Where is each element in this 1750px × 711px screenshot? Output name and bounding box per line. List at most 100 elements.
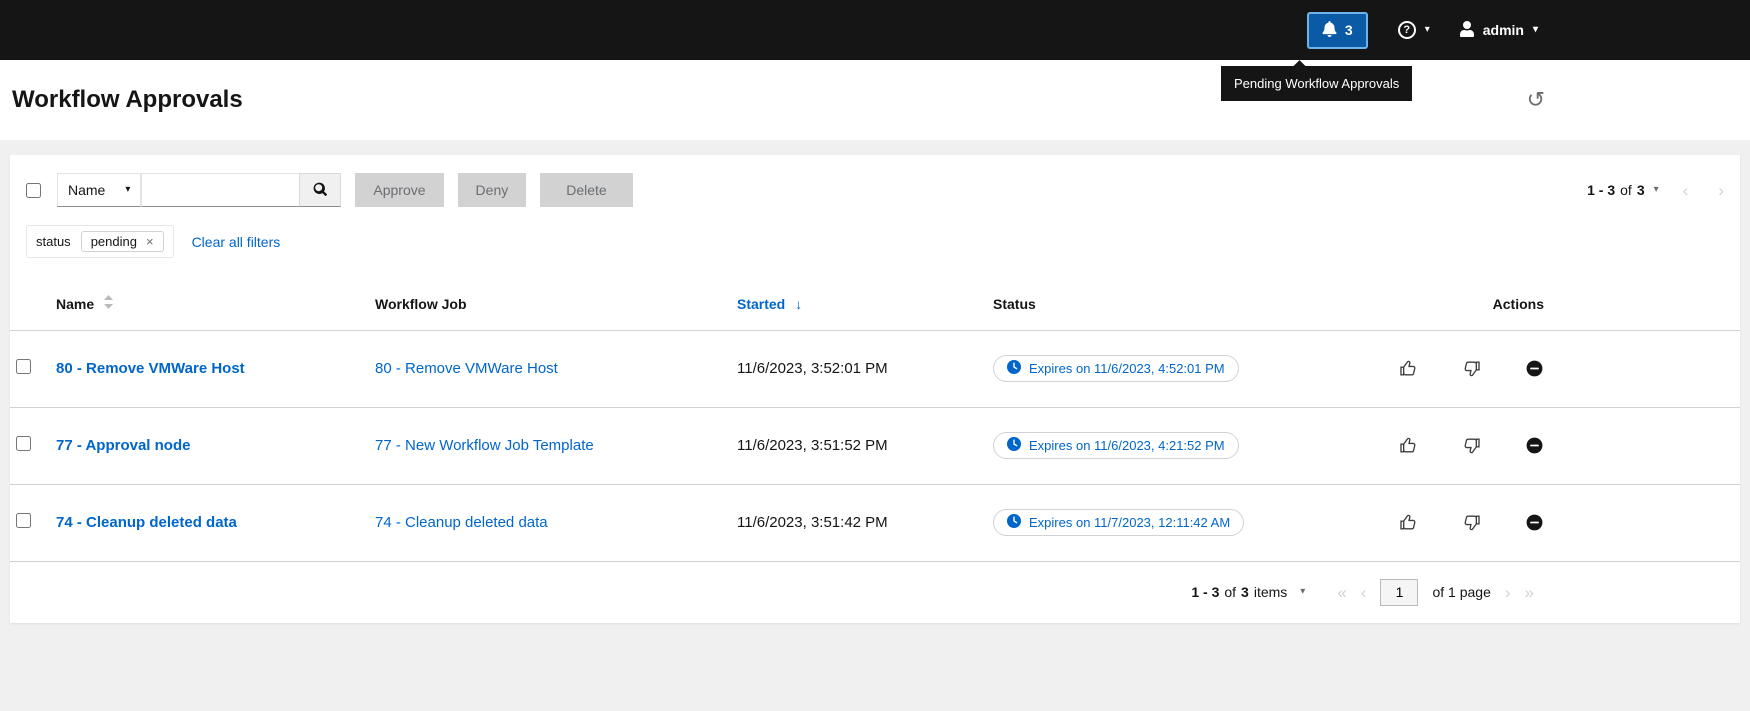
help-icon: ? xyxy=(1398,21,1416,39)
status-chip-group: status pending × xyxy=(26,225,174,258)
row-checkbox[interactable] xyxy=(16,436,31,451)
main-content: Name ▾ Approve Deny Delete 1 - 3 of 3 xyxy=(0,140,1750,623)
column-header-actions-label: Actions xyxy=(1493,296,1544,312)
delete-button[interactable]: Delete xyxy=(540,173,632,207)
search-icon xyxy=(313,182,327,199)
table-header-row: Name Workflow Job Started ↓ xyxy=(10,278,1740,330)
deny-thumbs-down-icon[interactable] xyxy=(1462,513,1481,532)
table-row: 80 - Remove VMWare Host 80 - Remove VMWa… xyxy=(10,330,1740,407)
select-all-checkbox[interactable] xyxy=(26,183,41,198)
clear-all-filters-link[interactable]: Clear all filters xyxy=(192,234,281,250)
footer-pagination: 1 - 3 of 3 items ▾ « ‹ of 1 page › » xyxy=(10,562,1740,623)
status-text: Expires on 11/7/2023, 12:11:42 AM xyxy=(1029,515,1230,530)
status-badge: Expires on 11/6/2023, 4:21:52 PM xyxy=(993,432,1239,459)
filter-chip-pending: pending × xyxy=(81,231,164,252)
pagination-total: 3 xyxy=(1241,584,1249,600)
row-actions xyxy=(1344,436,1740,455)
chevron-down-icon[interactable]: ▾ xyxy=(1654,185,1659,195)
sort-descending-icon[interactable]: ↓ xyxy=(795,296,802,312)
status-text: Expires on 11/6/2023, 4:52:01 PM xyxy=(1029,361,1225,376)
pagination-range: 1 - 3 xyxy=(1191,584,1219,600)
notifications-button[interactable]: 3 xyxy=(1307,12,1368,49)
filter-attribute-label: Name xyxy=(68,182,105,198)
history-icon[interactable]: ↺ xyxy=(1527,89,1545,111)
column-header-workflow-job: Workflow Job xyxy=(375,278,737,330)
column-header-status-label: Status xyxy=(993,296,1036,312)
filter-group: Name ▾ xyxy=(57,173,341,207)
bell-icon xyxy=(1322,21,1337,40)
toolbar: Name ▾ Approve Deny Delete 1 - 3 of 3 xyxy=(10,155,1740,223)
table-row: 77 - Approval node 77 - New Workflow Job… xyxy=(10,407,1740,484)
pagination-total: 3 xyxy=(1637,182,1645,198)
status-text: Expires on 11/6/2023, 4:21:52 PM xyxy=(1029,438,1225,453)
page-header: Workflow Approvals ↺ xyxy=(0,60,1750,140)
minus-circle-icon[interactable] xyxy=(1525,513,1544,532)
top-pagination: 1 - 3 of 3 ▾ ‹ › xyxy=(1587,182,1724,199)
page-title: Workflow Approvals xyxy=(12,86,243,114)
sort-icon[interactable] xyxy=(104,295,113,312)
notification-count-badge: 3 xyxy=(1345,22,1353,38)
approve-thumbs-up-icon[interactable] xyxy=(1399,513,1418,532)
approval-name-link[interactable]: 80 - Remove VMWare Host xyxy=(56,360,245,377)
chevron-down-icon: ▾ xyxy=(125,185,130,195)
column-header-name-label: Name xyxy=(56,296,94,312)
deny-thumbs-down-icon[interactable] xyxy=(1462,436,1481,455)
deny-thumbs-down-icon[interactable] xyxy=(1462,359,1481,378)
row-actions xyxy=(1344,513,1740,532)
prev-page-button[interactable]: ‹ xyxy=(1361,584,1367,601)
username-label: admin xyxy=(1483,22,1524,38)
column-header-name[interactable]: Name xyxy=(56,278,375,330)
next-page-button[interactable]: › xyxy=(1718,182,1724,199)
chip-group-label: status xyxy=(36,234,71,249)
column-header-status: Status xyxy=(993,278,1344,330)
started-timestamp: 11/6/2023, 3:51:52 PM xyxy=(737,437,888,454)
chevron-down-icon[interactable]: ▾ xyxy=(1300,587,1305,597)
current-page-input[interactable] xyxy=(1380,579,1418,606)
approvals-table: Name Workflow Job Started ↓ xyxy=(10,278,1740,562)
column-header-workflow-job-label: Workflow Job xyxy=(375,296,467,312)
of-pages-label: of 1 page xyxy=(1432,584,1490,600)
clock-icon xyxy=(1007,437,1021,454)
approval-name-link[interactable]: 77 - Approval node xyxy=(56,437,190,454)
started-timestamp: 11/6/2023, 3:51:42 PM xyxy=(737,514,888,531)
search-button[interactable] xyxy=(299,173,341,207)
prev-page-button[interactable]: ‹ xyxy=(1683,182,1689,199)
masthead: 3 ? ▾ admin ▾ xyxy=(0,0,1750,60)
clock-icon xyxy=(1007,514,1021,531)
chevron-down-icon: ▾ xyxy=(1425,25,1430,35)
notifications-tooltip: Pending Workflow Approvals xyxy=(1221,66,1412,101)
top-pagination-nav: ‹ › xyxy=(1683,182,1724,199)
workflow-job-link[interactable]: 80 - Remove VMWare Host xyxy=(375,360,558,377)
top-pagination-summary[interactable]: 1 - 3 of 3 xyxy=(1587,182,1645,198)
footer-pagination-summary[interactable]: 1 - 3 of 3 items ▾ xyxy=(1191,584,1305,600)
approve-thumbs-up-icon[interactable] xyxy=(1399,436,1418,455)
last-page-button[interactable]: » xyxy=(1525,584,1534,601)
minus-circle-icon[interactable] xyxy=(1525,436,1544,455)
minus-circle-icon[interactable] xyxy=(1525,359,1544,378)
column-header-started[interactable]: Started ↓ xyxy=(737,278,993,330)
workflow-job-link[interactable]: 74 - Cleanup deleted data xyxy=(375,514,548,531)
filter-attribute-select[interactable]: Name ▾ xyxy=(57,173,141,207)
chip-remove-icon[interactable]: × xyxy=(146,235,154,248)
pagination-range: 1 - 3 xyxy=(1587,182,1615,198)
header-checkbox-spacer xyxy=(10,278,56,330)
pagination-of: of xyxy=(1620,182,1632,198)
chevron-down-icon: ▾ xyxy=(1533,25,1538,35)
first-page-button[interactable]: « xyxy=(1337,584,1346,601)
row-checkbox[interactable] xyxy=(16,359,31,374)
deny-button[interactable]: Deny xyxy=(458,173,527,207)
chip-text: pending xyxy=(91,234,137,249)
user-menu[interactable]: admin ▾ xyxy=(1460,21,1538,40)
pagination-of: of xyxy=(1224,584,1236,600)
approve-button[interactable]: Approve xyxy=(355,173,443,207)
workflow-job-link[interactable]: 77 - New Workflow Job Template xyxy=(375,437,594,454)
row-checkbox[interactable] xyxy=(16,513,31,528)
status-badge: Expires on 11/7/2023, 12:11:42 AM xyxy=(993,509,1244,536)
clock-icon xyxy=(1007,360,1021,377)
approve-thumbs-up-icon[interactable] xyxy=(1399,359,1418,378)
active-filters-row: status pending × Clear all filters xyxy=(10,223,1740,278)
approval-name-link[interactable]: 74 - Cleanup deleted data xyxy=(56,514,237,531)
next-page-button[interactable]: › xyxy=(1505,584,1511,601)
help-menu[interactable]: ? ▾ xyxy=(1398,21,1430,39)
search-input[interactable] xyxy=(141,173,299,207)
